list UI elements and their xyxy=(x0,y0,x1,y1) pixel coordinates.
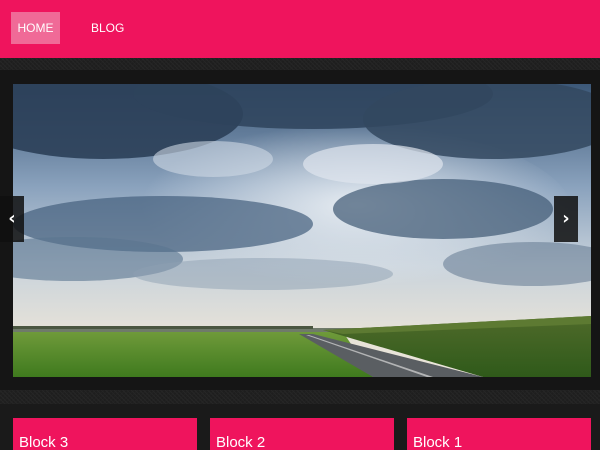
image-slider: ‹ › xyxy=(0,70,600,390)
chevron-right-icon: › xyxy=(562,208,570,229)
chevron-left-icon: ‹ xyxy=(8,208,16,229)
block-card[interactable]: Block 2 xyxy=(210,418,394,450)
slider-prev-button[interactable]: ‹ xyxy=(0,196,24,242)
block-title: Block 2 xyxy=(216,434,266,450)
slider-next-button[interactable]: › xyxy=(554,196,578,242)
block-title: Block 1 xyxy=(413,434,463,450)
pattern-divider xyxy=(0,390,600,404)
block-title: Block 3 xyxy=(19,434,69,450)
pattern-divider xyxy=(0,58,600,70)
blocks-section: Block 3 Block 2 Block 1 xyxy=(0,404,600,450)
block-card[interactable]: Block 1 xyxy=(407,418,591,450)
slide-image xyxy=(13,84,591,377)
nav-link-blog[interactable]: BLOG xyxy=(91,12,124,44)
nav-link-home[interactable]: HOME xyxy=(11,12,60,44)
block-card[interactable]: Block 3 xyxy=(13,418,197,450)
top-navigation-bar: HOME BLOG xyxy=(0,0,600,58)
